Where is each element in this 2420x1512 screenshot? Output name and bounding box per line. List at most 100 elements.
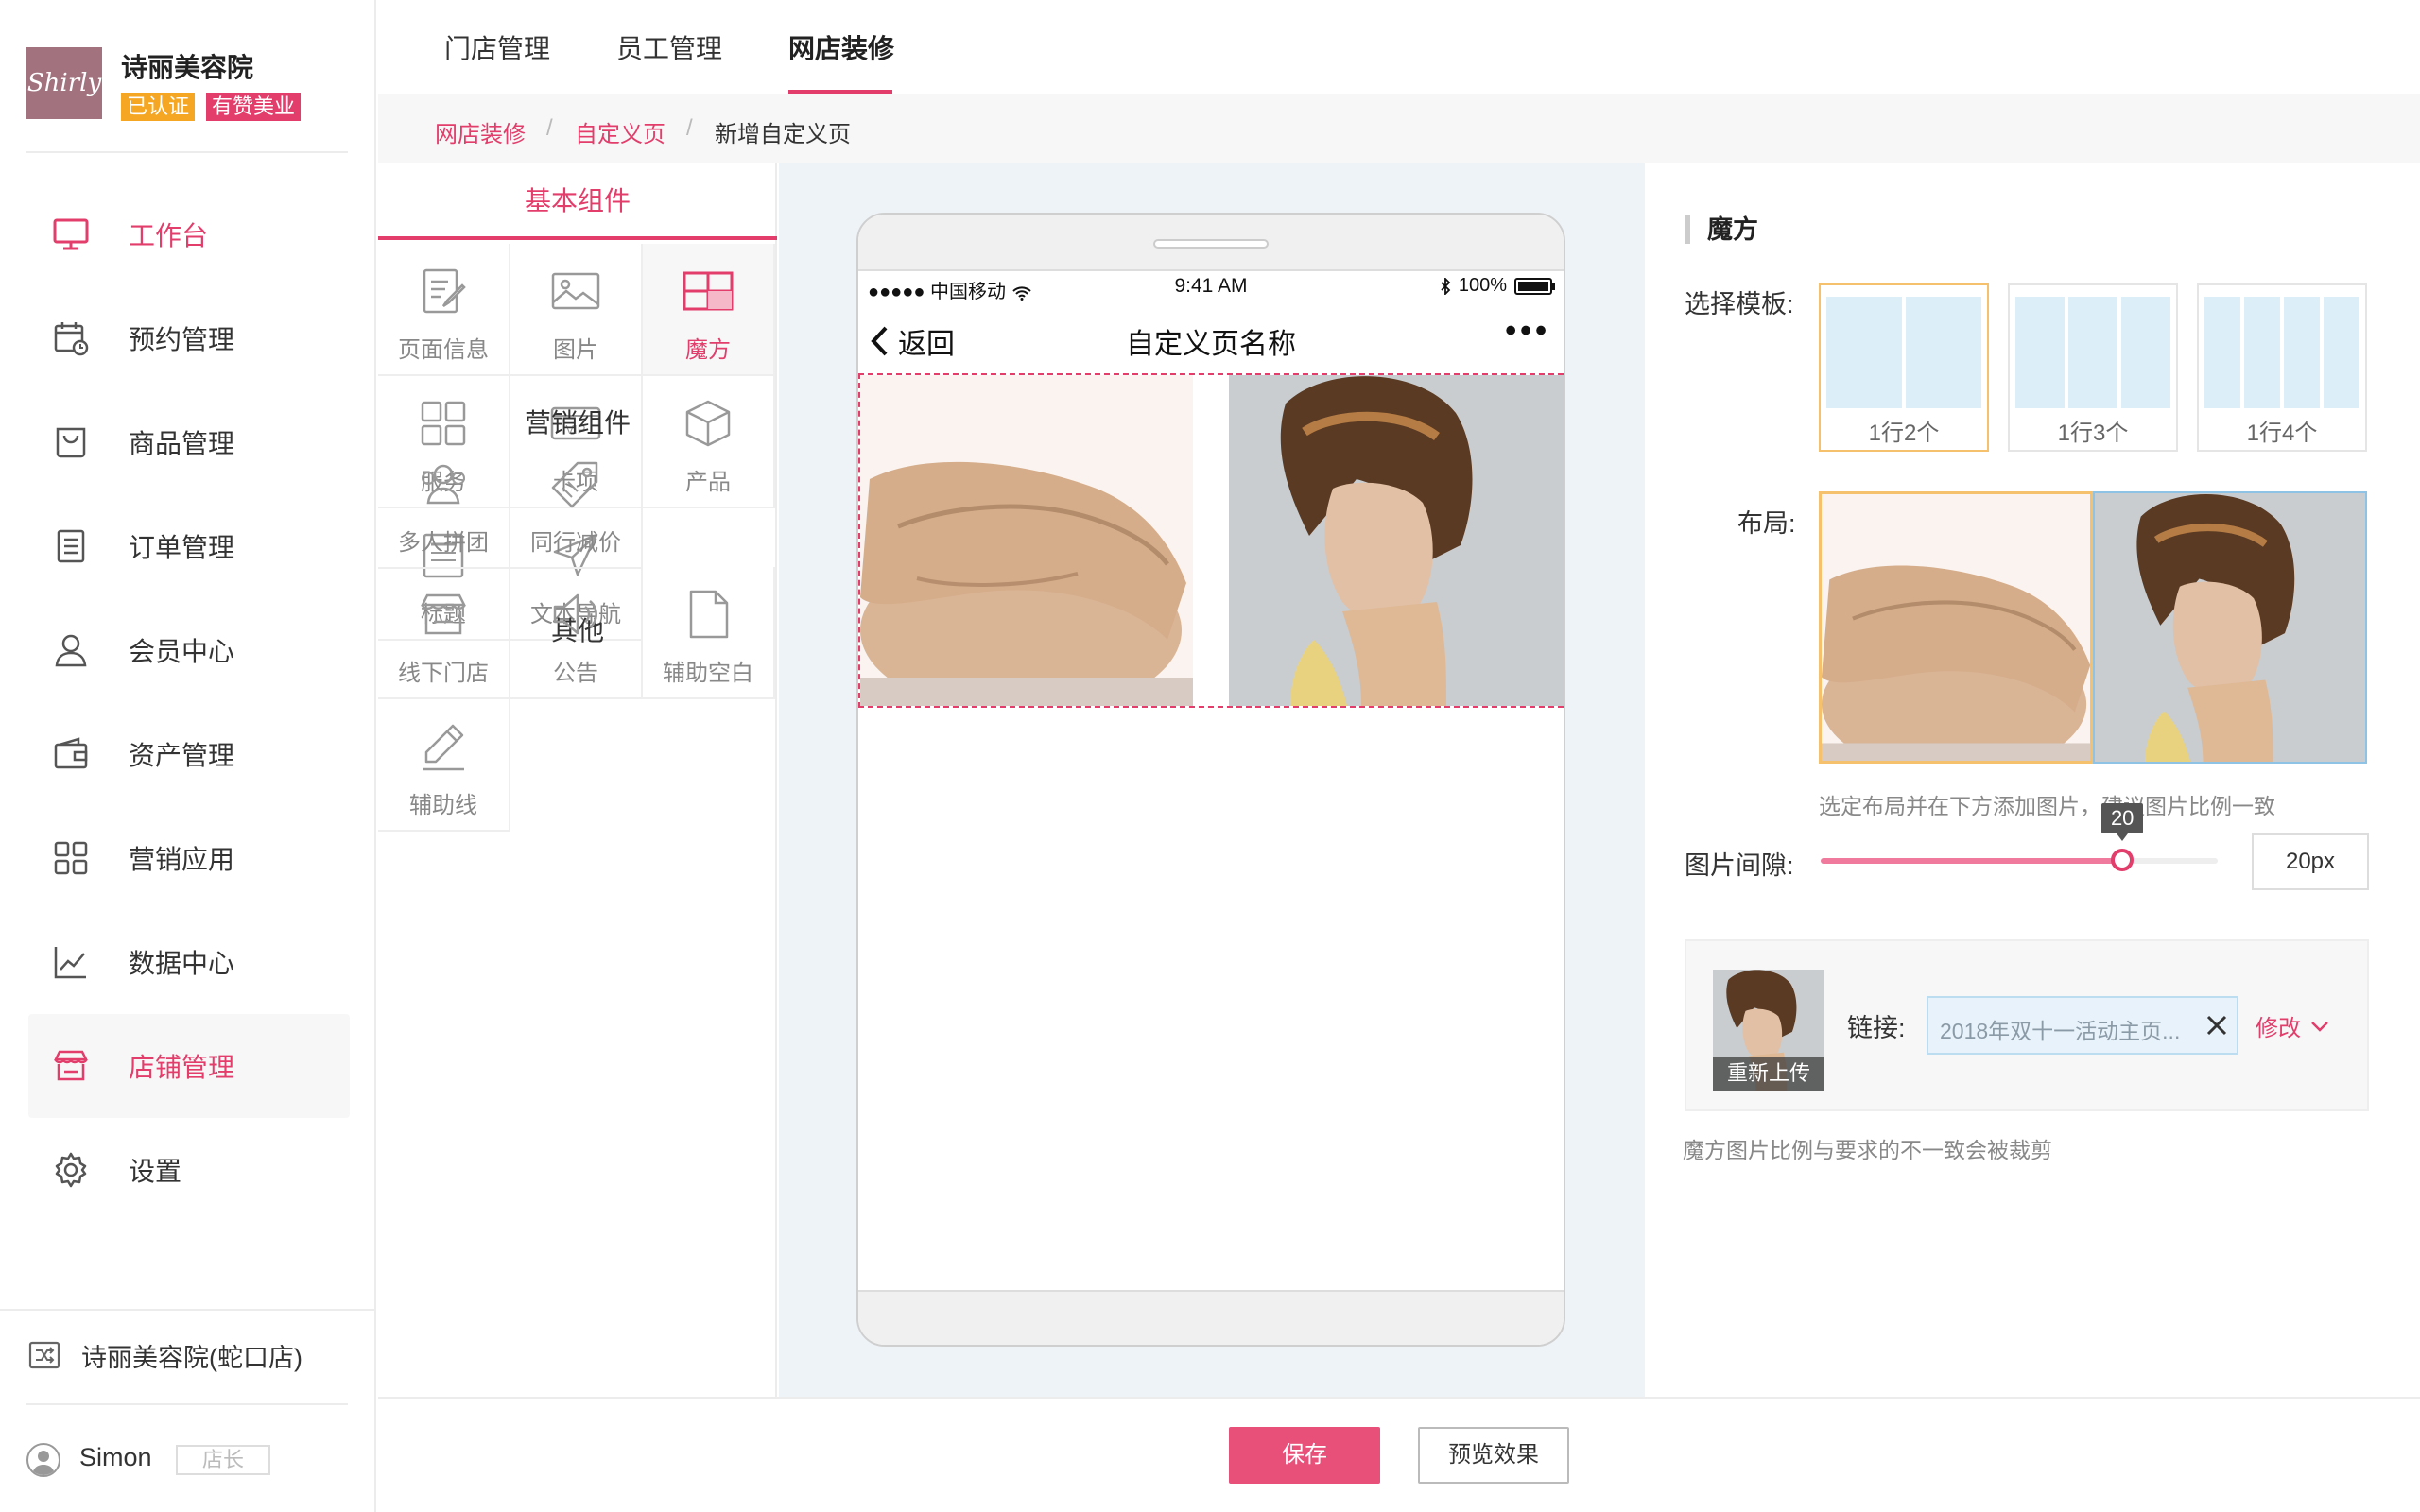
settings-panel: 魔方 选择模板: 1行2个 1行3个 1行4个 布局: 选定布局并在下方添加图片…	[1647, 163, 2420, 1397]
blank-page-icon	[680, 588, 736, 641]
battery-percent: 100%	[1458, 275, 1507, 296]
cube-image-left[interactable]	[860, 375, 1193, 706]
template-1x3[interactable]: 1行3个	[2008, 284, 2178, 452]
component-divider-line[interactable]: 辅助线	[378, 699, 510, 832]
cell-label: 页面信息	[398, 337, 489, 363]
breadcrumb-current: 新增自定义页	[715, 122, 851, 147]
avatar	[26, 1443, 60, 1477]
save-button[interactable]: 保存	[1229, 1427, 1380, 1484]
sidebar-item-label: 营销应用	[129, 845, 235, 874]
cell-label: 产品	[685, 470, 731, 495]
shop-icon	[415, 588, 472, 641]
component-offline-store[interactable]: 线下门店	[378, 567, 510, 699]
preview-button[interactable]: 预览效果	[1418, 1427, 1569, 1484]
component-announcement[interactable]: 公告	[510, 567, 643, 699]
active-tab-indicator	[788, 90, 892, 94]
sidebar-item-label: 订单管理	[129, 533, 235, 562]
cube-image-right[interactable]	[1229, 375, 1564, 706]
tab-store-management[interactable]: 门店管理	[444, 28, 550, 66]
gap-slider[interactable]: 20	[1821, 803, 2218, 871]
phone-bottom-bezel	[858, 1290, 1564, 1345]
edit-link-button[interactable]: 修改	[2256, 1009, 2329, 1042]
gap-input[interactable]: 20px	[2252, 833, 2369, 890]
close-icon[interactable]	[2204, 1013, 2229, 1038]
pencil-icon	[415, 720, 472, 773]
more-menu-button[interactable]: •••	[1505, 313, 1550, 350]
line-chart-icon	[51, 942, 91, 982]
tag-icon	[547, 457, 604, 510]
template-1x2[interactable]: 1行2个	[1819, 284, 1989, 452]
monitor-icon	[51, 215, 91, 254]
sidebar-item-workbench[interactable]: 工作台	[28, 182, 350, 286]
link-label: 链接:	[1847, 1014, 1906, 1042]
sidebar-item-label: 工作台	[129, 221, 209, 250]
edit-link-label: 修改	[2256, 1016, 2301, 1041]
gap-slider-fill	[1821, 858, 2123, 864]
component-blank-space[interactable]: 辅助空白	[643, 567, 775, 699]
user-info[interactable]: Simon 店长	[26, 1403, 348, 1512]
brand-logo: Shirly	[26, 47, 102, 119]
sidebar-item-store[interactable]: 店铺管理	[28, 1014, 350, 1118]
magic-cube-preview[interactable]	[858, 373, 1564, 708]
component-image[interactable]: 图片	[510, 244, 643, 376]
phone-preview-area: ●●●●● 中国移动 9:41 AM 100% 返回 自定义页名称 •••	[779, 163, 1645, 1397]
tab-staff-management[interactable]: 员工管理	[616, 28, 722, 66]
sidebar-item-label: 预约管理	[129, 325, 235, 354]
phone-top-bezel	[858, 215, 1564, 271]
template-label-text: 1行4个	[2246, 421, 2318, 446]
basic-components-header[interactable]: 基本组件	[378, 163, 777, 240]
store-switcher[interactable]: 诗丽美容院(蛇口店)	[0, 1309, 376, 1403]
component-page-info[interactable]: 页面信息	[378, 244, 510, 376]
sidebar-item-products[interactable]: 商品管理	[28, 390, 350, 494]
group-icon	[415, 457, 472, 510]
gear-icon	[51, 1150, 91, 1190]
breadcrumb: 网店装修 / 自定义页 / 新增自定义页	[378, 94, 2420, 163]
sidebar-item-settings[interactable]: 设置	[28, 1118, 350, 1222]
cell-label: 同行减价	[530, 530, 621, 556]
user-name: Simon	[79, 1443, 152, 1471]
layout-slot-right[interactable]	[2093, 491, 2367, 764]
phone-speaker	[1153, 239, 1269, 249]
gap-slider-tooltip: 20	[2101, 803, 2144, 841]
image-thumbnail[interactable]: 重新上传	[1713, 970, 1824, 1091]
component-price-match[interactable]: 同行减价	[510, 437, 643, 569]
breadcrumb-shop-decoration[interactable]: 网店装修	[435, 115, 526, 148]
sidebar-item-members[interactable]: 会员中心	[28, 598, 350, 702]
component-group-buy[interactable]: 多人拼团	[378, 437, 510, 569]
sidebar-item-data[interactable]: 数据中心	[28, 910, 350, 1014]
section-title: 魔方	[1685, 215, 1758, 244]
shopping-bag-icon	[51, 422, 91, 462]
sidebar-item-appointments[interactable]: 预约管理	[28, 286, 350, 390]
brand-header: Shirly 诗丽美容院 已认证 有赞美业	[26, 47, 348, 153]
user-icon	[51, 630, 91, 670]
breadcrumb-custom-page[interactable]: 自定义页	[575, 115, 666, 148]
sidebar-item-label: 会员中心	[129, 637, 235, 666]
sidebar-item-assets[interactable]: 资产管理	[28, 702, 350, 806]
breadcrumb-separator: /	[686, 115, 693, 141]
phone-page-title: 自定义页名称	[1126, 329, 1296, 360]
speaker-icon	[547, 588, 604, 641]
component-panel: 基本组件 页面信息 图片 魔方 服务 VIP 卡项 产品 标题 文本导航 营销组…	[378, 163, 777, 1397]
layout-slot-left[interactable]	[1819, 491, 2093, 764]
user-role-badge: 店长	[176, 1445, 270, 1475]
link-tag[interactable]: 2018年双十一活动主页...	[1927, 996, 2238, 1055]
template-columns	[2204, 297, 2360, 408]
gap-slider-thumb[interactable]	[2111, 849, 2135, 871]
component-magic-cube[interactable]: 魔方	[643, 244, 775, 376]
chevron-down-icon	[2311, 1021, 2328, 1032]
calendar-clock-icon	[51, 318, 91, 358]
reupload-button[interactable]: 重新上传	[1713, 1057, 1824, 1091]
partner-badge: 有赞美业	[206, 93, 302, 121]
template-1x4[interactable]: 1行4个	[2197, 284, 2367, 452]
battery-icon	[1514, 277, 1555, 295]
component-product[interactable]: 产品	[643, 376, 775, 508]
top-navigation: 门店管理 员工管理 网店装修	[378, 0, 2420, 94]
template-label-text: 1行2个	[1868, 421, 1940, 446]
document-list-icon	[51, 526, 91, 566]
sidebar-item-label: 设置	[129, 1157, 182, 1186]
sidebar-item-marketing[interactable]: 营销应用	[28, 806, 350, 910]
template-columns	[2015, 297, 2170, 408]
sidebar-item-label: 店铺管理	[129, 1053, 235, 1082]
sidebar-item-orders[interactable]: 订单管理	[28, 494, 350, 598]
tab-shop-decoration[interactable]: 网店装修	[788, 28, 894, 66]
